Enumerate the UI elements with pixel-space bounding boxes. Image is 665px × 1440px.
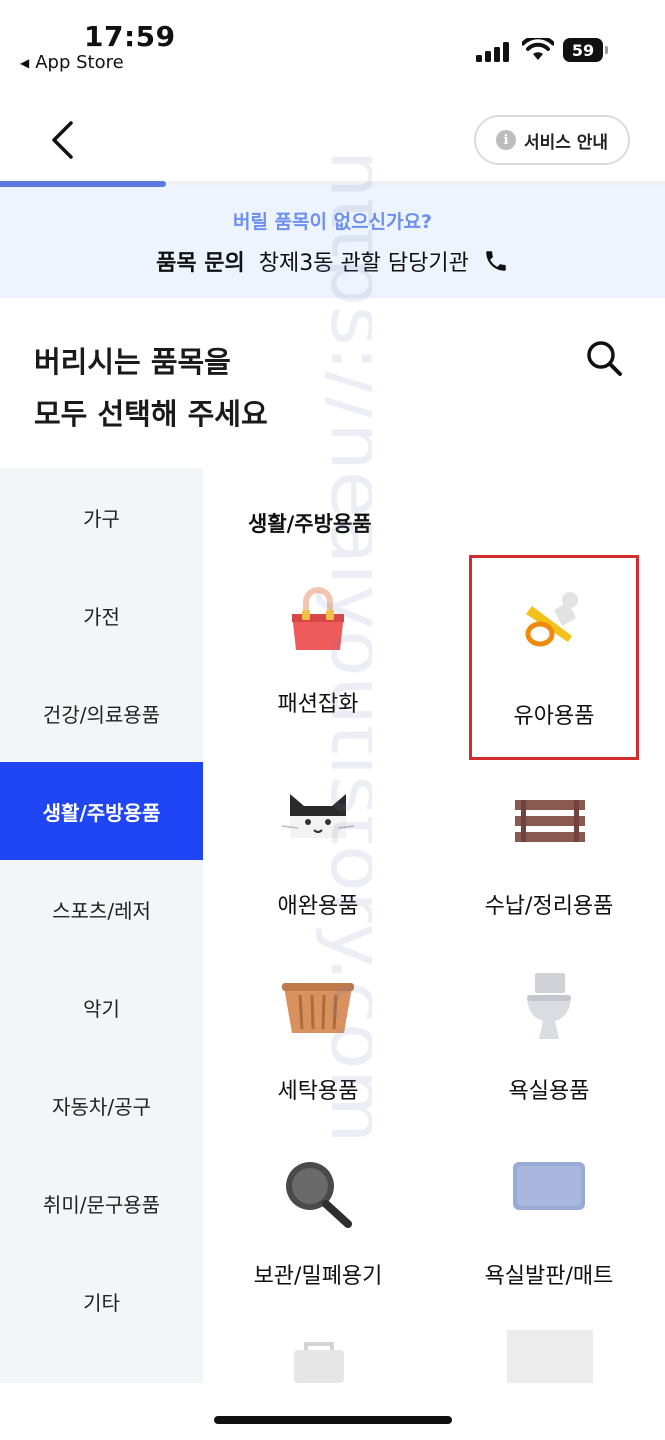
sidebar-item-car-tools[interactable]: 자동차/공구 <box>0 1056 203 1154</box>
item-storage-containers[interactable]: 보관/밀폐용기 <box>204 1130 432 1310</box>
battery-level: 59 <box>563 38 603 62</box>
item-label: 애완용품 <box>277 894 359 919</box>
wifi-icon <box>522 38 554 60</box>
cellular-signal-icon <box>476 42 509 62</box>
item-fashion-accessories[interactable]: 패션잡화 <box>204 558 432 738</box>
page-title-line2: 모두 선택해 주세요 <box>34 397 268 431</box>
item-bathroom-supplies[interactable]: 욕실용품 <box>435 945 663 1125</box>
status-bar: 17:59 ◀ App Store 59 <box>0 0 665 90</box>
item-label: 유아용품 <box>513 704 595 729</box>
sidebar-item-etc[interactable]: 기타 <box>0 1252 203 1350</box>
container-icon <box>507 1330 593 1383</box>
inquiry-text: 창제3동 관할 담당기관 <box>258 251 469 276</box>
home-indicator[interactable] <box>214 1416 452 1424</box>
back-to-app-store[interactable]: ◀ App Store <box>20 52 124 73</box>
item-label: 보관/밀폐용기 <box>253 1264 383 1289</box>
phone-icon <box>486 251 506 271</box>
bottom-safe-area <box>0 1383 665 1440</box>
inquiry-banner: 버릴 품목이 없으신가요? 품목 문의 창제3동 관할 담당기관 <box>0 187 665 298</box>
sidebar-item-instruments[interactable]: 악기 <box>0 958 203 1056</box>
item-baby-products[interactable]: 유아용품 <box>469 555 639 760</box>
item-bath-mat[interactable]: 욕실발판/매트 <box>435 1130 663 1310</box>
item-label: 욕실발판/매트 <box>484 1264 614 1289</box>
laundry-basket-icon <box>282 983 354 1033</box>
page-title-line1: 버리시는 품목을 <box>34 345 231 379</box>
cat-icon <box>281 794 355 838</box>
info-icon: i <box>495 130 516 150</box>
back-app-label: App Store <box>35 52 124 73</box>
battery-icon: 59 <box>563 38 609 62</box>
item-pet-supplies[interactable]: 애완용품 <box>204 760 432 940</box>
sidebar-item-hobby-stationery[interactable]: 취미/문구용품 <box>0 1154 203 1252</box>
sidebar-item-sports-leisure[interactable]: 스포츠/레저 <box>0 860 203 958</box>
sidebar-item-appliances[interactable]: 가전 <box>0 566 203 664</box>
banner-question: 버릴 품목이 없으신가요? <box>232 211 433 233</box>
search-icon <box>587 341 622 376</box>
chevron-left-icon <box>52 121 73 159</box>
page-title: 버리시는 품목을 모두 선택해 주세요 <box>34 336 268 440</box>
bath-mat-icon <box>513 1162 585 1210</box>
header: i 서비스 안내 <box>0 100 665 182</box>
toilet-icon <box>527 973 571 1039</box>
frying-pan-icon <box>286 1162 352 1228</box>
handbag-icon <box>292 587 344 650</box>
back-button[interactable] <box>40 118 84 162</box>
item-laundry-supplies[interactable]: 세탁용품 <box>204 945 432 1125</box>
sidebar-item-living-kitchen[interactable]: 생활/주방용품 <box>0 762 203 860</box>
service-guide-button[interactable]: i 서비스 안내 <box>474 115 630 165</box>
item-storage-organizer[interactable]: 수납/정리용품 <box>435 760 663 940</box>
back-triangle-icon: ◀ <box>20 55 30 70</box>
item-label: 수납/정리용품 <box>484 894 614 919</box>
inquiry-link[interactable]: 품목 문의 창제3동 관할 담당기관 <box>0 245 665 277</box>
item-label: 세탁용품 <box>277 1079 359 1104</box>
category-sidebar: 가구 가전 건강/의료용품 생활/주방용품 스포츠/레저 악기 자동차/공구 취… <box>0 468 203 1383</box>
inquiry-label: 품목 문의 <box>156 251 245 276</box>
item-label: 패션잡화 <box>277 692 359 717</box>
basket-icon <box>294 1342 344 1383</box>
status-time: 17:59 <box>84 20 176 53</box>
pacifier-icon <box>525 592 578 647</box>
service-guide-label: 서비스 안내 <box>523 132 609 153</box>
sidebar-item-health-medical[interactable]: 건강/의료용품 <box>0 664 203 762</box>
item-label: 욕실용품 <box>508 1079 590 1104</box>
search-button[interactable] <box>582 336 626 380</box>
shelf-icon <box>515 800 585 842</box>
sidebar-item-furniture[interactable]: 가구 <box>0 468 203 566</box>
section-title: 생활/주방용품 <box>248 512 372 536</box>
